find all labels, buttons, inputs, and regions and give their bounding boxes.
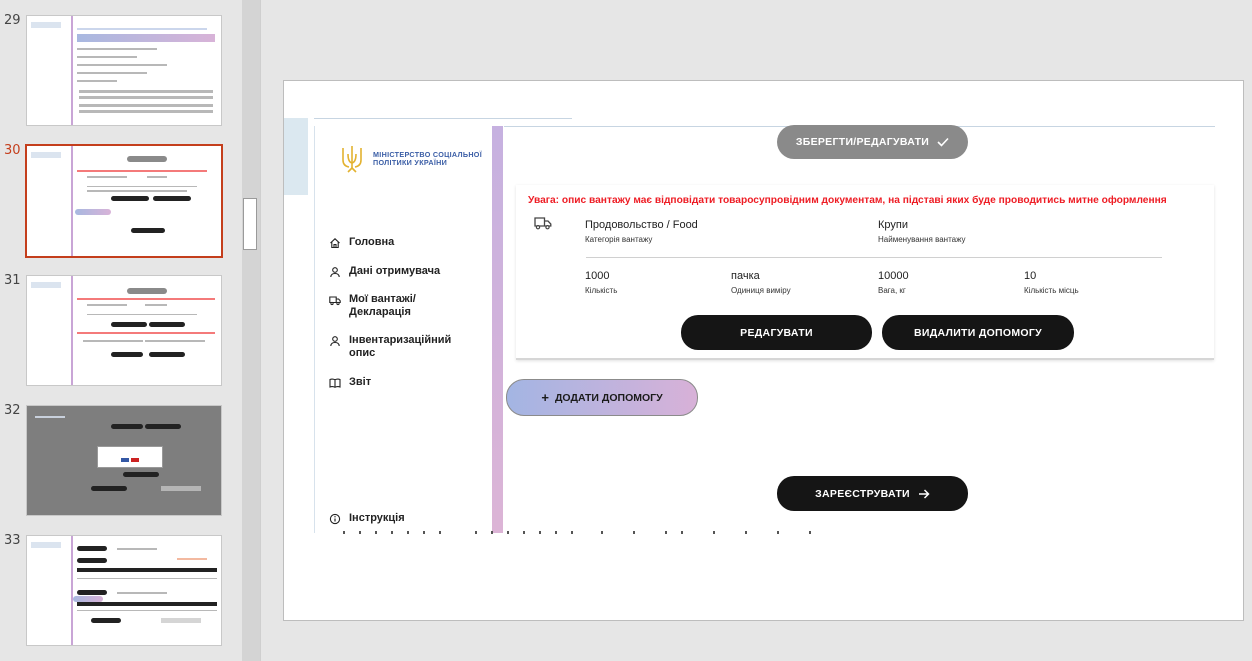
register-button[interactable]: ЗАРЕЄСТРУВАТИ [777,476,968,511]
nav-label: Інструкція [349,512,405,524]
weight-value: 10000 [878,270,909,282]
brand-name: МІНІСТЕРСТВО СОЦІАЛЬНОЇ ПОЛІТИКИ УКРАЇНИ [373,149,482,167]
unit-value: пачка [731,270,760,282]
nav-label: Мої вантажі/ Декларація [349,293,416,318]
slide-accent-block [284,118,308,195]
edit-button-label: РЕДАГУВАТИ [740,326,813,339]
slide-canvas: МІНІСТЕРСТВО СОЦІАЛЬНОЇ ПОЛІТИКИ УКРАЇНИ… [283,80,1244,621]
cargo-category-value: Продовольство / Food [585,219,698,231]
unit-label: Одиниця виміру [731,286,791,295]
slide-thumbnail-30[interactable] [25,144,223,258]
nav-item-recipient[interactable]: Дані отримувача [329,265,440,278]
quantity-label: Кількість [585,286,618,295]
nav-item-instructions[interactable]: Інструкція [329,512,405,525]
edit-button[interactable]: РЕДАГУВАТИ [681,315,872,350]
nav-label: Дані отримувача [349,265,441,277]
add-aid-label: ДОДАТИ ДОПОМОГУ [554,391,663,404]
cargo-card: Увага: опис вантажу має відповідати това… [516,185,1214,360]
save-edit-button[interactable]: ЗБЕРЕГТИ/РЕДАГУВАТИ [777,125,968,159]
powerpoint-window: 29 30 31 32 33 МІНІСТЕРСТВО СОЦІАЛЬНОЇ П… [0,0,1252,661]
user-icon [330,336,340,347]
slide-top-rule [314,118,572,119]
nav-label: Головна [349,236,395,248]
truck-icon [534,217,552,230]
user-icon [330,267,340,278]
register-label: ЗАРЕЄСТРУВАТИ [815,487,910,500]
save-edit-label: ЗБЕРЕГТИ/РЕДАГУВАТИ [795,136,930,148]
thumbnail-scrollbar[interactable] [242,0,260,661]
add-aid-button[interactable]: + ДОДАТИ ДОПОМОГУ [506,379,698,416]
slide-number: 33 [4,533,21,548]
sidebar: МІНІСТЕРСТВО СОЦІАЛЬНОЇ ПОЛІТИКИ УКРАЇНИ… [314,126,504,533]
delete-aid-button[interactable]: ВИДАЛИТИ ДОПОМОГУ [882,315,1074,350]
plus-icon: + [541,390,549,405]
slide-number: 30 [4,143,21,158]
nav-label: Звіт [349,376,372,388]
quantity-value: 1000 [585,270,610,282]
truck-icon [329,296,341,306]
cargo-name-label: Найменування вантажу [878,235,966,244]
slide-thumbnail-33[interactable] [26,535,222,646]
card-divider [586,257,1162,258]
pane-divider [260,0,261,661]
slide-number: 31 [4,273,21,288]
delete-aid-label: ВИДАЛИТИ ДОПОМОГУ [914,326,1042,339]
brand: МІНІСТЕРСТВО СОЦІАЛЬНОЇ ПОЛІТИКИ УКРАЇНИ [339,144,483,174]
nav-item-cargo[interactable]: Мої вантажі/ Декларація [329,293,449,319]
cargo-warning: Увага: опис вантажу має відповідати това… [528,195,1167,206]
home-icon [330,238,340,249]
thumbnail-scrollbar-handle[interactable] [243,198,257,250]
places-value: 10 [1024,270,1037,282]
decorative-dotted-line [343,531,811,534]
sidebar-accent-bar [492,126,503,533]
info-icon [329,513,341,525]
book-icon [329,378,341,388]
slide-thumbnail-panel: 29 30 31 32 33 [0,0,242,661]
nav-label: Інвентаризаційний опис [349,334,452,359]
slide-number: 29 [4,13,21,28]
weight-label: Вага, кг [878,286,906,295]
check-icon [937,137,949,147]
slide-thumbnail-31[interactable] [26,275,222,386]
nav-item-home[interactable]: Головна [329,236,394,249]
slide-thumbnail-32[interactable] [26,405,222,516]
trident-emblem-icon [342,146,362,173]
slide-number: 32 [4,403,21,418]
arrow-right-icon [918,488,930,499]
cargo-name-value: Крупи [878,219,909,231]
cargo-category-label: Категорія вантажу [585,235,653,244]
places-label: Кількість місць [1024,286,1079,295]
nav-item-inventory[interactable]: Інвентаризаційний опис [329,334,469,360]
nav-item-report[interactable]: Звіт [329,376,371,389]
slide-thumbnail-29[interactable] [26,15,222,126]
